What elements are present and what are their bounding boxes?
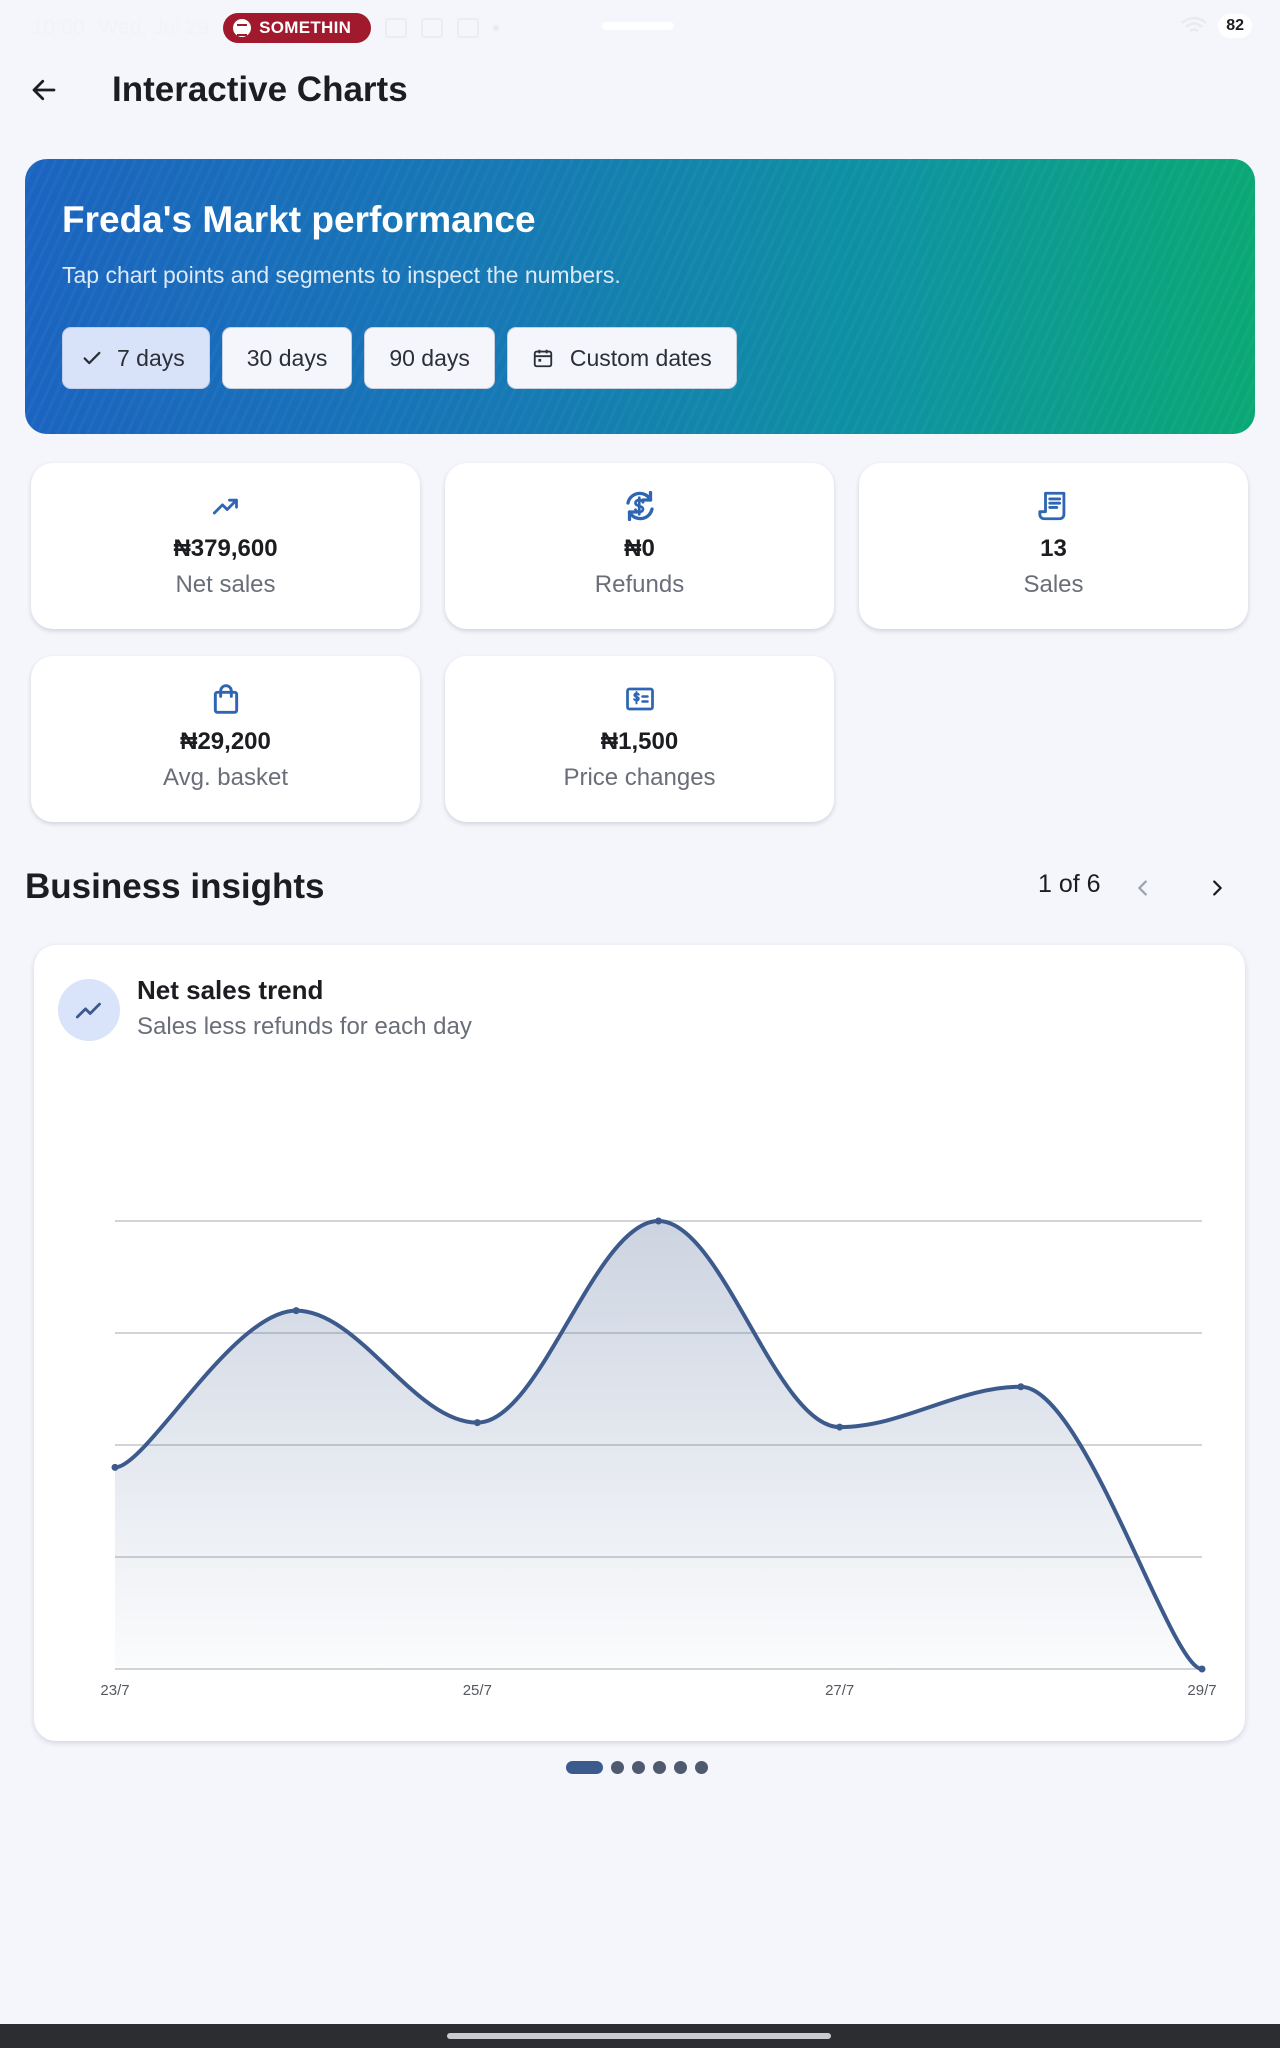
- chart-tick-label: 29/7: [1187, 1682, 1216, 1699]
- arrow-left-icon: [32, 79, 56, 101]
- chip-custom-dates[interactable]: Custom dates: [506, 327, 737, 389]
- back-button[interactable]: [20, 66, 68, 114]
- status-date: Wed, Jul 29: [98, 16, 210, 39]
- chip-label: 30 days: [246, 344, 328, 371]
- stat-label: Avg. basket: [163, 764, 288, 791]
- media-pill[interactable]: SOMETHIN: [223, 13, 372, 43]
- chip-90-days[interactable]: 90 days: [364, 327, 495, 389]
- stat-label: Net sales: [175, 571, 276, 598]
- page-dots: [566, 1761, 708, 1774]
- home-handle[interactable]: [447, 2033, 831, 2039]
- chart-tick-label: 27/7: [825, 1682, 854, 1699]
- status-time: 10:00: [32, 16, 85, 39]
- more-notifications-icon: [493, 25, 500, 31]
- stat-card-price-changes[interactable]: ₦1,500 Price changes: [445, 656, 834, 822]
- stat-card-avg-basket[interactable]: ₦29,200 Avg. basket: [31, 656, 420, 822]
- stat-value: 13: [1040, 535, 1067, 562]
- chart-tick-label: 25/7: [463, 1682, 492, 1699]
- page-dot[interactable]: [611, 1761, 624, 1774]
- navigation-bar: [0, 2024, 1280, 2048]
- hero-subtitle: Tap chart points and segments to inspect…: [62, 262, 621, 288]
- battery-indicator: 82: [1218, 14, 1252, 38]
- previous-button[interactable]: [1123, 868, 1163, 908]
- stat-value: ₦1,500: [600, 728, 679, 755]
- hero-title: Freda's Markt performance: [62, 199, 536, 240]
- stat-card-refunds[interactable]: ₦0 Refunds: [445, 463, 834, 629]
- shopping-bag-icon: [213, 684, 238, 714]
- chart-area-fill: [115, 1221, 1202, 1669]
- chart-point[interactable]: [836, 1423, 844, 1431]
- spotify-icon: [233, 19, 252, 37]
- stat-label: Refunds: [594, 571, 685, 598]
- performance-hero: Freda's Markt performance Tap chart poin…: [25, 159, 1255, 434]
- page-dot[interactable]: [674, 1761, 687, 1774]
- trending-up-icon: [212, 498, 238, 515]
- camera-pill: [602, 22, 674, 30]
- stat-value: ₦0: [624, 535, 655, 562]
- chip-label: 7 days: [117, 344, 185, 371]
- wifi-icon: [1181, 16, 1208, 33]
- chevron-left-icon: [1138, 880, 1147, 896]
- stat-label: Sales: [1023, 571, 1084, 598]
- receipt-icon: [1037, 491, 1065, 521]
- stat-card-net-sales[interactable]: ₦379,600 Net sales: [31, 463, 420, 629]
- chart-point[interactable]: [292, 1307, 300, 1315]
- insight-card-net-sales-trend: Net sales trend Sales less refunds for e…: [34, 945, 1245, 1741]
- notification-icon: [421, 18, 444, 38]
- app-bar: Interactive Charts: [0, 56, 1280, 126]
- chart-point[interactable]: [1198, 1665, 1206, 1673]
- stat-card-sales[interactable]: 13 Sales: [859, 463, 1248, 629]
- page-dot[interactable]: [695, 1761, 708, 1774]
- stat-value: ₦29,200: [180, 728, 271, 755]
- chevron-right-icon: [1213, 880, 1222, 896]
- currency-exchange-icon: [625, 490, 654, 522]
- chip-label: 90 days: [389, 344, 470, 371]
- section-title: Business insights: [25, 867, 325, 906]
- chip-label: Custom dates: [569, 344, 712, 371]
- chart-tick-label: 23/7: [100, 1682, 129, 1699]
- chart-point[interactable]: [1017, 1383, 1025, 1391]
- net-sales-chart[interactable]: 23/7 25/7 27/7 29/7: [34, 945, 1245, 1741]
- stat-value: ₦379,600: [173, 535, 278, 562]
- notification-icon: [385, 18, 408, 38]
- chip-7-days[interactable]: 7 days: [62, 327, 210, 389]
- chart-point[interactable]: [111, 1463, 119, 1471]
- chart-point[interactable]: [655, 1217, 662, 1225]
- pager-indicator: 1 of 6: [1038, 870, 1101, 898]
- page-dot[interactable]: [566, 1761, 603, 1774]
- chart-x-ticks: 23/7 25/7 27/7 29/7: [100, 1682, 1216, 1699]
- page-title: Interactive Charts: [112, 70, 408, 109]
- date-range-chips: 7 days 30 days 90 days Custom dates: [62, 327, 737, 389]
- status-bar: 10:00 Wed, Jul 29 SOMETHIN 82: [0, 0, 1280, 56]
- chart-point[interactable]: [473, 1419, 481, 1427]
- stat-label: Price changes: [563, 764, 716, 791]
- chip-30-days[interactable]: 30 days: [221, 327, 353, 389]
- linkedin-icon: [457, 18, 480, 38]
- calendar-icon: [533, 349, 553, 368]
- price-tag-icon: [625, 687, 654, 711]
- next-button[interactable]: [1197, 868, 1237, 908]
- page-dot[interactable]: [632, 1761, 645, 1774]
- page-dot[interactable]: [653, 1761, 666, 1774]
- media-pill-label: SOMETHIN: [259, 18, 352, 37]
- check-icon: [83, 351, 101, 365]
